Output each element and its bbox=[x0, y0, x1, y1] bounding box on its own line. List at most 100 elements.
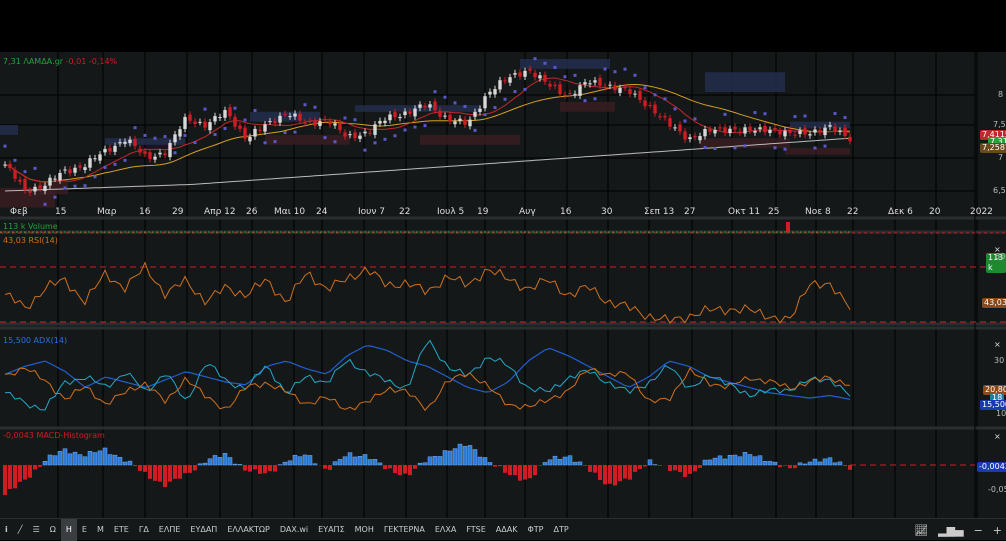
lines-icon[interactable]: ☰ bbox=[28, 519, 45, 541]
candle-body bbox=[803, 128, 806, 134]
candle-body bbox=[523, 71, 526, 77]
macd-bar bbox=[658, 465, 662, 466]
date-tick: 24 bbox=[316, 207, 327, 217]
sar-dot bbox=[414, 126, 417, 129]
top-bar bbox=[0, 0, 1006, 52]
macd-bar bbox=[173, 465, 177, 479]
candle-body bbox=[788, 130, 791, 133]
toolbar-item[interactable]: ΕΛΛΑΚΤΩΡ bbox=[222, 519, 275, 541]
pencil-icon[interactable]: ╱ bbox=[13, 519, 28, 541]
macd-bar bbox=[78, 455, 82, 465]
macd-bar bbox=[373, 459, 377, 465]
macd-bar bbox=[308, 455, 312, 465]
macd-bar bbox=[683, 465, 687, 477]
macd-bar bbox=[128, 461, 132, 465]
candle-body bbox=[158, 153, 161, 155]
candle-body bbox=[753, 131, 756, 133]
macd-label: -0,0043 MACD-Histogram bbox=[3, 431, 105, 440]
toolbar-item[interactable]: ΕΤΕ bbox=[109, 519, 134, 541]
close-adx-icon[interactable]: × bbox=[994, 340, 1001, 349]
toolbar-item[interactable]: ΓΕΚΤΕΡΝΑ bbox=[379, 519, 430, 541]
toolbar-item[interactable]: ΔΤΡ bbox=[548, 519, 573, 541]
chart-area[interactable]: 7,31 ΛΑΜΔΑ.gr -0,01 -0,14% 8 7,5 7 6,5 7… bbox=[0, 52, 1006, 518]
candle-body bbox=[123, 142, 126, 144]
toolbar-item[interactable]: ΕΥΔΑΠ bbox=[185, 519, 222, 541]
sar-dot bbox=[604, 68, 607, 71]
price-tick: 7 bbox=[998, 153, 1003, 162]
volume-label: 113 k Volume bbox=[3, 222, 58, 231]
sar-dot bbox=[24, 170, 27, 173]
sar-dot bbox=[314, 106, 317, 109]
line-chart-icon[interactable]: 📈︎ bbox=[914, 524, 928, 537]
close-macd-icon[interactable]: × bbox=[994, 432, 1001, 441]
candle-body bbox=[758, 127, 761, 129]
date-tick: 16 bbox=[560, 207, 571, 217]
candle-body bbox=[253, 129, 256, 137]
toolbar-item[interactable]: FTSE bbox=[461, 519, 490, 541]
close-rsi-icon[interactable]: × bbox=[994, 245, 1001, 254]
candle-body bbox=[403, 111, 406, 115]
candle-body bbox=[183, 117, 186, 129]
chart-canvas[interactable] bbox=[0, 52, 1006, 518]
candle-body bbox=[73, 168, 76, 173]
sar-dot bbox=[434, 90, 437, 93]
macd-bar bbox=[533, 465, 537, 475]
sar-dot bbox=[424, 124, 427, 127]
macd-bar bbox=[218, 457, 222, 465]
macd-bar bbox=[488, 462, 492, 465]
macd-bar bbox=[3, 465, 7, 495]
macd-bar bbox=[443, 451, 447, 465]
toolbar-item[interactable]: DAX.wi bbox=[275, 519, 313, 541]
candle-body bbox=[493, 89, 496, 94]
toolbar-item[interactable]: ΕΛΧΑ bbox=[430, 519, 461, 541]
macd-bar bbox=[563, 457, 567, 465]
toolbar-item[interactable]: ΦΤΡ bbox=[522, 519, 548, 541]
sar-dot bbox=[574, 74, 577, 77]
candle-body bbox=[643, 101, 646, 107]
sar-dot bbox=[754, 111, 757, 114]
macd-bar bbox=[358, 456, 362, 465]
toolbar-item[interactable]: Ε bbox=[77, 519, 92, 541]
toolbar-item[interactable]: ΑΔΑΚ bbox=[491, 519, 523, 541]
sar-dot bbox=[664, 97, 667, 100]
macd-bar bbox=[118, 457, 122, 465]
sar-dot bbox=[544, 62, 547, 65]
macd-bar bbox=[823, 459, 827, 465]
sar-dot bbox=[344, 117, 347, 120]
macd-bar bbox=[708, 460, 712, 465]
zoom-out-icon[interactable]: − bbox=[974, 524, 983, 537]
candle-body bbox=[193, 122, 196, 125]
macd-bar bbox=[623, 465, 627, 479]
toolbar-item[interactable]: ΕΛΠΕ bbox=[154, 519, 186, 541]
sar-dot bbox=[104, 166, 107, 169]
candle-body bbox=[453, 121, 456, 124]
macd-bar bbox=[158, 465, 162, 482]
macd-bar bbox=[548, 460, 552, 465]
sar-dot bbox=[294, 131, 297, 134]
candle-body bbox=[833, 127, 836, 132]
toolbar-item[interactable]: ΜΟΗ bbox=[350, 519, 379, 541]
candle-body bbox=[733, 127, 736, 129]
toolbar-item[interactable]: Η bbox=[61, 519, 77, 541]
candle-body bbox=[443, 116, 446, 117]
zoom-in-icon[interactable]: + bbox=[993, 524, 1002, 537]
info-icon[interactable]: i bbox=[0, 519, 13, 541]
symbol: ΛΑΜΔΑ.gr bbox=[23, 57, 63, 66]
toolbar-item[interactable]: Ω bbox=[45, 519, 61, 541]
candle-body bbox=[33, 187, 36, 192]
toolbar-item[interactable]: ΓΔ bbox=[134, 519, 154, 541]
bar-chart-icon[interactable]: ▂▆▄ bbox=[938, 524, 963, 537]
macd-bar bbox=[328, 465, 332, 470]
candle-body bbox=[593, 80, 596, 82]
candle-body bbox=[848, 137, 851, 141]
toolbar-item[interactable]: ΕΥΑΠΣ bbox=[313, 519, 349, 541]
macd-bar bbox=[718, 456, 722, 465]
macd-bar bbox=[838, 462, 842, 465]
macd-bar bbox=[543, 462, 547, 465]
toolbar-item[interactable]: Μ bbox=[92, 519, 109, 541]
sar-dot bbox=[804, 115, 807, 118]
sar-dot bbox=[464, 105, 467, 108]
macd-bar bbox=[98, 451, 102, 465]
candle-body bbox=[343, 133, 346, 137]
date-tick: Αυγ bbox=[519, 207, 536, 217]
